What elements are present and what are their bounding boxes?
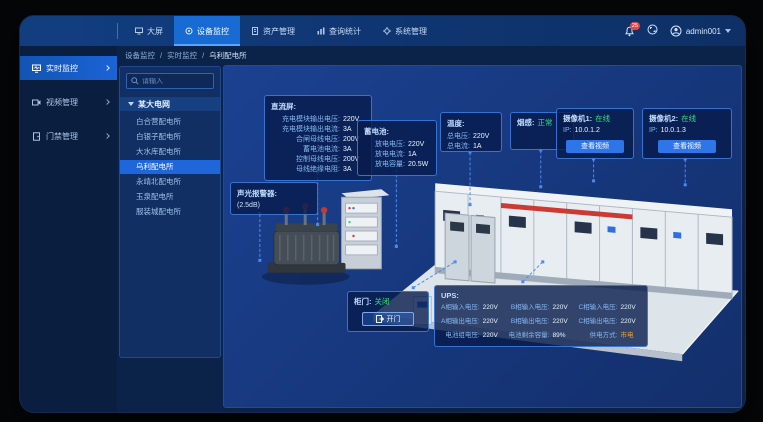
battery-panel: 蓄电池: 放电电压:220V 放电电流:1A 放电容量:20.5W <box>357 120 437 176</box>
transformer <box>262 203 350 285</box>
tree-item-substation[interactable]: 白合营配电所 <box>120 115 220 129</box>
tab-label: 查询统计 <box>329 26 361 37</box>
tab-query-statistics[interactable]: 查询统计 <box>306 16 372 46</box>
tree-item-substation[interactable]: 白银子配电所 <box>120 130 220 144</box>
breadcrumb-separator: / <box>160 51 162 60</box>
panel-title: 烟感: <box>517 118 535 128</box>
dc-screen-panel: 直流屏: 充电模块输出电压:220V 充电模块输出电流:3A 合闸母线电压:20… <box>264 95 372 181</box>
sidebar: 实时监控 视频管理 门禁管理 <box>20 46 117 412</box>
monitor-icon <box>185 27 193 35</box>
tab-dashboard[interactable]: 大屏 <box>124 16 174 46</box>
asset-icon <box>251 27 259 35</box>
panel-title: 蓄电池: <box>364 126 430 137</box>
panel-title: 摄像机2: <box>649 114 678 124</box>
fullscreen-icon <box>647 24 658 35</box>
temperature-panel: 温度: 总电压:220V 总电流:1A <box>440 112 502 152</box>
tree-item-substation[interactable]: 服装城配电所 <box>120 205 220 219</box>
sidebar-item-label: 门禁管理 <box>46 131 78 142</box>
panel-title: UPS: <box>441 291 641 300</box>
open-door-button[interactable]: 开门 <box>362 312 414 326</box>
sidebar-item-label: 实时监控 <box>46 63 78 74</box>
relay-rack <box>342 189 390 269</box>
collapse-icon <box>128 102 134 106</box>
substation-tree-panel: 某大电网 白合营配电所 白银子配电所 大水库配电所 乌利配电所 永靖北配电所 玉… <box>119 66 221 358</box>
camera1-panel: 摄像机1: 在线 IP: 10.0.1.2 查看视频 <box>556 108 634 159</box>
screen-icon <box>135 27 143 35</box>
tree-item-substation[interactable]: 永靖北配电所 <box>120 175 220 189</box>
chevron-right-icon <box>104 99 110 105</box>
breadcrumb: 设备监控 / 实时监控 / 乌利配电所 <box>117 46 745 65</box>
sidebar-item-label: 视频管理 <box>46 97 78 108</box>
ups-panel: UPS: A相输入电压:220V B相输入电压:220V C相输入电压:220V… <box>434 285 648 347</box>
panel-title: 声光报警器: <box>237 188 311 199</box>
panel-title: 柜门: <box>354 297 372 307</box>
avatar-icon <box>670 25 682 37</box>
breadcrumb-item[interactable]: 设备监控 <box>125 50 155 61</box>
tab-label: 资产管理 <box>263 26 295 37</box>
nav-divider <box>117 23 118 39</box>
cabinet-door-panel: 柜门: 关闭 开门 <box>347 291 429 332</box>
nav-tabs: 大屏 设备监控 资产管理 查询统计 <box>124 16 438 46</box>
chevron-down-icon <box>725 29 731 33</box>
video-camera-icon <box>32 98 41 107</box>
panel-title: 直流屏: <box>271 101 365 112</box>
realtime-monitor-icon <box>32 64 41 73</box>
sidebar-item-access-control[interactable]: 门禁管理 <box>20 124 117 148</box>
camera1-ip: 10.0.1.2 <box>575 126 600 136</box>
screen: 大屏 设备监控 资产管理 查询统计 <box>0 0 763 422</box>
power-supply-mode: 市电 <box>620 331 642 341</box>
panel-title: 摄像机1: <box>563 114 592 124</box>
chevron-right-icon <box>104 133 110 139</box>
stats-icon <box>317 27 325 35</box>
notifications-button[interactable]: 25 <box>624 26 635 37</box>
view-video-button[interactable]: 查看视频 <box>658 140 716 153</box>
fullscreen-button[interactable] <box>647 22 658 40</box>
notification-badge: 25 <box>630 22 640 30</box>
sidebar-item-video-management[interactable]: 视频管理 <box>20 90 117 114</box>
user-menu[interactable]: admin001 <box>670 25 731 37</box>
breadcrumb-current: 乌利配电所 <box>209 50 247 61</box>
breadcrumb-separator: / <box>202 51 204 60</box>
door-status: 关闭 <box>375 297 390 307</box>
smoke-status: 正常 <box>538 118 553 128</box>
chevron-right-icon <box>104 65 110 71</box>
tree-item-substation-selected[interactable]: 乌利配电所 <box>120 160 220 174</box>
breadcrumb-item[interactable]: 实时监控 <box>167 50 197 61</box>
panel-title: 温度: <box>447 118 495 129</box>
tree-item-substation[interactable]: 玉泉配电所 <box>120 190 220 204</box>
tree-root-label: 某大电网 <box>138 99 170 110</box>
ups-grid: A相输入电压:220V B相输入电压:220V C相输入电压:220V A相输出… <box>441 303 641 341</box>
alarm-panel: 声光报警器: (2.5dB) <box>230 182 318 215</box>
tab-label: 设备监控 <box>197 26 229 37</box>
scene-viewport: 直流屏: 充电模块输出电压:220V 充电模块输出电流:3A 合闸母线电压:20… <box>223 65 742 408</box>
tab-label: 大屏 <box>147 26 163 37</box>
camera2-status: 在线 <box>681 114 696 124</box>
username: admin001 <box>686 27 721 36</box>
tab-device-monitoring[interactable]: 设备监控 <box>174 16 240 46</box>
tree-search <box>126 73 214 89</box>
tab-asset-management[interactable]: 资产管理 <box>240 16 306 46</box>
view-video-button[interactable]: 查看视频 <box>566 140 624 153</box>
alarm-value: (2.5dB) <box>237 202 311 209</box>
tab-system-management[interactable]: 系统管理 <box>372 16 438 46</box>
header-actions: 25 admin001 <box>624 16 731 46</box>
search-icon <box>131 77 139 85</box>
open-door-icon <box>376 315 384 323</box>
top-nav: 大屏 设备监控 资产管理 查询统计 <box>20 16 745 46</box>
camera2-panel: 摄像机2: 在线 IP: 10.0.1.3 查看视频 <box>642 108 732 159</box>
search-input[interactable] <box>142 78 209 85</box>
sidebar-item-realtime-monitoring[interactable]: 实时监控 <box>20 56 117 80</box>
camera2-ip: 10.0.1.3 <box>661 126 686 136</box>
gear-icon <box>383 27 391 35</box>
tree-root-node[interactable]: 某大电网 <box>120 97 220 111</box>
tree-item-substation[interactable]: 大水库配电所 <box>120 145 220 159</box>
camera1-status: 在线 <box>595 114 610 124</box>
tab-label: 系统管理 <box>395 26 427 37</box>
door-icon <box>32 132 41 141</box>
app-window: 大屏 设备监控 资产管理 查询统计 <box>20 16 745 412</box>
